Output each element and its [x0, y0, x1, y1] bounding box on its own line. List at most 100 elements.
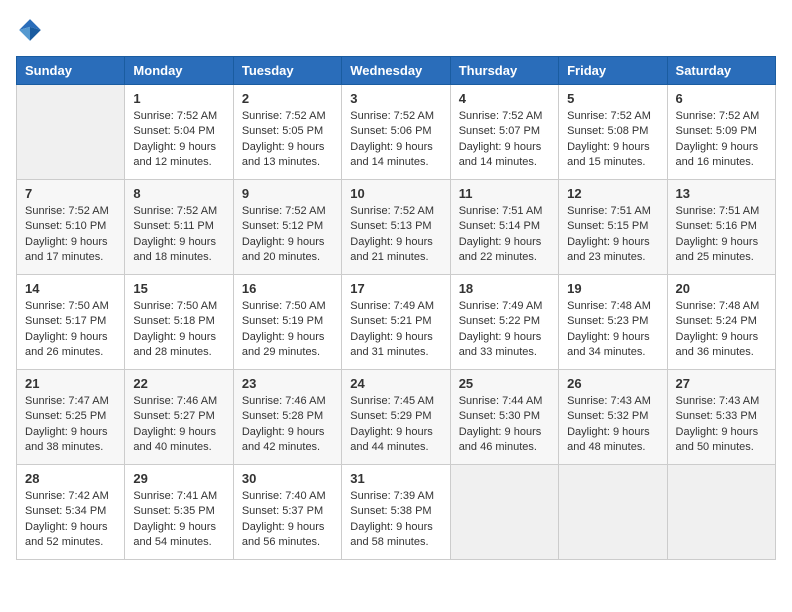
day-info: Daylight: 9 hours and 46 minutes. — [459, 425, 550, 456]
day-info: Daylight: 9 hours and 15 minutes. — [567, 140, 658, 171]
day-info: Sunset: 5:04 PM — [133, 124, 224, 139]
day-info: Daylight: 9 hours and 13 minutes. — [242, 140, 333, 171]
day-info: Daylight: 9 hours and 50 minutes. — [676, 425, 767, 456]
day-info: Sunset: 5:25 PM — [25, 409, 116, 424]
day-info: Sunrise: 7:47 AM — [25, 394, 116, 409]
calendar-cell: 25Sunrise: 7:44 AMSunset: 5:30 PMDayligh… — [450, 370, 558, 465]
day-info: Daylight: 9 hours and 33 minutes. — [459, 330, 550, 361]
day-info: Sunrise: 7:45 AM — [350, 394, 441, 409]
day-info: Sunrise: 7:52 AM — [567, 109, 658, 124]
day-info: Daylight: 9 hours and 44 minutes. — [350, 425, 441, 456]
day-info: Sunrise: 7:43 AM — [676, 394, 767, 409]
day-number: 1 — [133, 91, 224, 106]
day-number: 31 — [350, 471, 441, 486]
calendar-cell: 22Sunrise: 7:46 AMSunset: 5:27 PMDayligh… — [125, 370, 233, 465]
calendar-cell: 23Sunrise: 7:46 AMSunset: 5:28 PMDayligh… — [233, 370, 341, 465]
calendar-cell: 5 Sunrise: 7:52 AMSunset: 5:08 PMDaylight… — [559, 85, 667, 180]
day-number: 6 — [676, 91, 767, 106]
day-info: Sunrise: 7:51 AM — [459, 204, 550, 219]
day-number: 12 — [567, 186, 658, 201]
day-info: Sunrise: 7:52 AM — [459, 109, 550, 124]
day-info: Daylight: 9 hours and 29 minutes. — [242, 330, 333, 361]
day-info: Sunrise: 7:52 AM — [133, 109, 224, 124]
day-number: 19 — [567, 281, 658, 296]
day-number: 20 — [676, 281, 767, 296]
day-number: 24 — [350, 376, 441, 391]
day-info: Daylight: 9 hours and 42 minutes. — [242, 425, 333, 456]
day-info: Sunset: 5:28 PM — [242, 409, 333, 424]
day-info: Sunset: 5:13 PM — [350, 219, 441, 234]
day-info: Daylight: 9 hours and 28 minutes. — [133, 330, 224, 361]
day-info: Sunset: 5:17 PM — [25, 314, 116, 329]
calendar-cell: 9Sunrise: 7:52 AMSunset: 5:12 PMDaylight… — [233, 180, 341, 275]
header-day: Tuesday — [233, 57, 341, 85]
calendar-table: SundayMondayTuesdayWednesdayThursdayFrid… — [16, 56, 776, 560]
day-info: Daylight: 9 hours and 26 minutes. — [25, 330, 116, 361]
calendar-cell: 18Sunrise: 7:49 AMSunset: 5:22 PMDayligh… — [450, 275, 558, 370]
day-info: Sunrise: 7:48 AM — [567, 299, 658, 314]
day-number: 16 — [242, 281, 333, 296]
day-info: Sunrise: 7:49 AM — [459, 299, 550, 314]
day-info: Daylight: 9 hours and 25 minutes. — [676, 235, 767, 266]
day-info: Daylight: 9 hours and 18 minutes. — [133, 235, 224, 266]
header-row: SundayMondayTuesdayWednesdayThursdayFrid… — [17, 57, 776, 85]
day-info: Sunset: 5:29 PM — [350, 409, 441, 424]
day-info: Sunrise: 7:46 AM — [242, 394, 333, 409]
day-number: 9 — [242, 186, 333, 201]
calendar-week-row: 21Sunrise: 7:47 AMSunset: 5:25 PMDayligh… — [17, 370, 776, 465]
day-number: 17 — [350, 281, 441, 296]
day-info: Sunrise: 7:51 AM — [567, 204, 658, 219]
day-info: Sunrise: 7:41 AM — [133, 489, 224, 504]
day-info: Daylight: 9 hours and 12 minutes. — [133, 140, 224, 171]
calendar-cell: 13Sunrise: 7:51 AMSunset: 5:16 PMDayligh… — [667, 180, 775, 275]
day-info: Sunset: 5:15 PM — [567, 219, 658, 234]
calendar-cell: 31Sunrise: 7:39 AMSunset: 5:38 PMDayligh… — [342, 465, 450, 560]
day-info: Daylight: 9 hours and 34 minutes. — [567, 330, 658, 361]
day-info: Sunset: 5:22 PM — [459, 314, 550, 329]
header-day: Friday — [559, 57, 667, 85]
header-day: Sunday — [17, 57, 125, 85]
day-number: 5 — [567, 91, 658, 106]
day-number: 11 — [459, 186, 550, 201]
day-info: Daylight: 9 hours and 14 minutes. — [459, 140, 550, 171]
day-info: Sunrise: 7:46 AM — [133, 394, 224, 409]
day-info: Sunrise: 7:52 AM — [242, 109, 333, 124]
calendar-week-row: 14Sunrise: 7:50 AMSunset: 5:17 PMDayligh… — [17, 275, 776, 370]
day-info: Sunset: 5:19 PM — [242, 314, 333, 329]
calendar-cell: 29Sunrise: 7:41 AMSunset: 5:35 PMDayligh… — [125, 465, 233, 560]
day-info: Daylight: 9 hours and 23 minutes. — [567, 235, 658, 266]
day-number: 4 — [459, 91, 550, 106]
day-number: 2 — [242, 91, 333, 106]
day-info: Sunset: 5:14 PM — [459, 219, 550, 234]
calendar-week-row: 28Sunrise: 7:42 AMSunset: 5:34 PMDayligh… — [17, 465, 776, 560]
day-info: Daylight: 9 hours and 17 minutes. — [25, 235, 116, 266]
day-number: 30 — [242, 471, 333, 486]
day-number: 28 — [25, 471, 116, 486]
day-info: Sunset: 5:24 PM — [676, 314, 767, 329]
calendar-cell: 28Sunrise: 7:42 AMSunset: 5:34 PMDayligh… — [17, 465, 125, 560]
calendar-cell: 27Sunrise: 7:43 AMSunset: 5:33 PMDayligh… — [667, 370, 775, 465]
day-info: Daylight: 9 hours and 21 minutes. — [350, 235, 441, 266]
day-info: Daylight: 9 hours and 22 minutes. — [459, 235, 550, 266]
day-info: Sunset: 5:32 PM — [567, 409, 658, 424]
calendar-cell: 30Sunrise: 7:40 AMSunset: 5:37 PMDayligh… — [233, 465, 341, 560]
day-info: Sunrise: 7:51 AM — [676, 204, 767, 219]
day-info: Daylight: 9 hours and 20 minutes. — [242, 235, 333, 266]
day-number: 14 — [25, 281, 116, 296]
calendar-cell: 17Sunrise: 7:49 AMSunset: 5:21 PMDayligh… — [342, 275, 450, 370]
day-info: Daylight: 9 hours and 14 minutes. — [350, 140, 441, 171]
day-info: Sunset: 5:12 PM — [242, 219, 333, 234]
calendar-cell: 15Sunrise: 7:50 AMSunset: 5:18 PMDayligh… — [125, 275, 233, 370]
day-info: Sunset: 5:34 PM — [25, 504, 116, 519]
day-number: 27 — [676, 376, 767, 391]
day-info: Sunset: 5:08 PM — [567, 124, 658, 139]
calendar-cell: 21Sunrise: 7:47 AMSunset: 5:25 PMDayligh… — [17, 370, 125, 465]
day-info: Sunset: 5:06 PM — [350, 124, 441, 139]
day-info: Sunrise: 7:50 AM — [133, 299, 224, 314]
day-number: 7 — [25, 186, 116, 201]
calendar-cell: 8Sunrise: 7:52 AMSunset: 5:11 PMDaylight… — [125, 180, 233, 275]
day-number: 25 — [459, 376, 550, 391]
calendar-cell: 14Sunrise: 7:50 AMSunset: 5:17 PMDayligh… — [17, 275, 125, 370]
day-info: Sunset: 5:35 PM — [133, 504, 224, 519]
day-info: Sunrise: 7:50 AM — [242, 299, 333, 314]
